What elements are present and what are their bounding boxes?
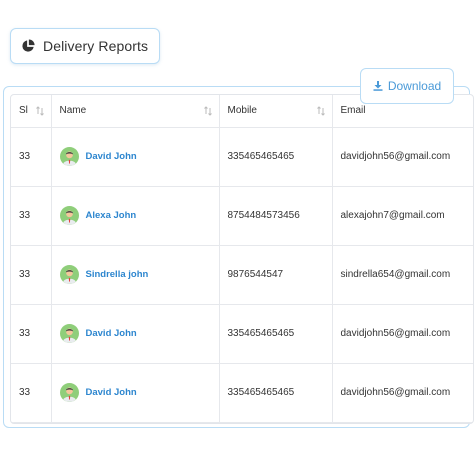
download-button[interactable]: Download	[360, 68, 454, 104]
cell-mobile: 335465465465	[219, 127, 333, 187]
sort-arrows-icon[interactable]	[316, 106, 326, 116]
user-avatar-icon	[59, 147, 79, 166]
column-header-mobile[interactable]: Mobile	[219, 95, 333, 128]
cell-sl: 33	[11, 304, 52, 364]
cell-sl: 33	[11, 363, 52, 423]
user-cell[interactable]: David John	[59, 324, 211, 343]
user-cell[interactable]: Alexa John	[59, 206, 211, 225]
user-avatar-icon	[59, 324, 79, 343]
table-row[interactable]: 33 David John 335465465465 davidjohn56@g…	[11, 363, 473, 423]
column-header-name[interactable]: Name	[51, 95, 220, 128]
user-name-link[interactable]: Sindrella john	[86, 269, 149, 280]
user-name-link[interactable]: Alexa John	[86, 210, 137, 221]
cell-name: Sindrella john	[51, 245, 220, 305]
table-row[interactable]: 33 David John 335465465465 davidjohn56@g…	[11, 127, 473, 187]
table-row[interactable]: 33 Alexa John 8754484573456 alexajohn7@g…	[11, 186, 473, 246]
cell-mobile: 8754484573456	[219, 186, 333, 246]
cell-name: David John	[51, 363, 220, 423]
column-header-sl[interactable]: Sl	[11, 95, 52, 128]
cell-email: sindrella654@gmail.com	[332, 245, 473, 305]
page-title: Delivery Reports	[43, 38, 149, 54]
cell-name: David John	[51, 127, 220, 187]
download-label: Download	[387, 79, 442, 93]
user-cell[interactable]: Sindrella john	[59, 265, 211, 284]
user-cell[interactable]: David John	[59, 383, 211, 402]
cell-email: davidjohn56@gmail.com	[332, 127, 473, 187]
user-name-link[interactable]: David John	[86, 328, 137, 339]
user-avatar-icon	[59, 206, 79, 225]
user-name-link[interactable]: David John	[86, 387, 137, 398]
cell-mobile: 9876544547	[219, 245, 333, 305]
table-row[interactable]: 33 Sindrella john 9876544547 sindrella65…	[11, 245, 473, 305]
cell-email: alexajohn7@gmail.com	[332, 186, 473, 246]
cell-sl: 33	[11, 127, 52, 187]
pie-chart-icon	[22, 39, 35, 52]
sort-arrows-icon[interactable]	[35, 106, 45, 116]
cell-mobile: 335465465465	[219, 363, 333, 423]
cell-sl: 33	[11, 186, 52, 246]
download-icon	[373, 81, 383, 91]
delivery-table: Sl Name Mobile Email 33 David John 33546…	[10, 94, 474, 424]
cell-email: davidjohn56@gmail.com	[332, 304, 473, 364]
user-avatar-icon	[59, 383, 79, 402]
user-cell[interactable]: David John	[59, 147, 211, 166]
table-row[interactable]: 33 David John 335465465465 davidjohn56@g…	[11, 304, 473, 364]
cell-sl: 33	[11, 245, 52, 305]
cell-mobile: 335465465465	[219, 304, 333, 364]
delivery-reports-button[interactable]: Delivery Reports	[10, 28, 160, 64]
cell-name: Alexa John	[51, 186, 220, 246]
cell-email: davidjohn56@gmail.com	[332, 363, 473, 423]
user-name-link[interactable]: David John	[86, 151, 137, 162]
sort-arrows-icon[interactable]	[203, 106, 213, 116]
cell-name: David John	[51, 304, 220, 364]
user-avatar-icon	[59, 265, 79, 284]
